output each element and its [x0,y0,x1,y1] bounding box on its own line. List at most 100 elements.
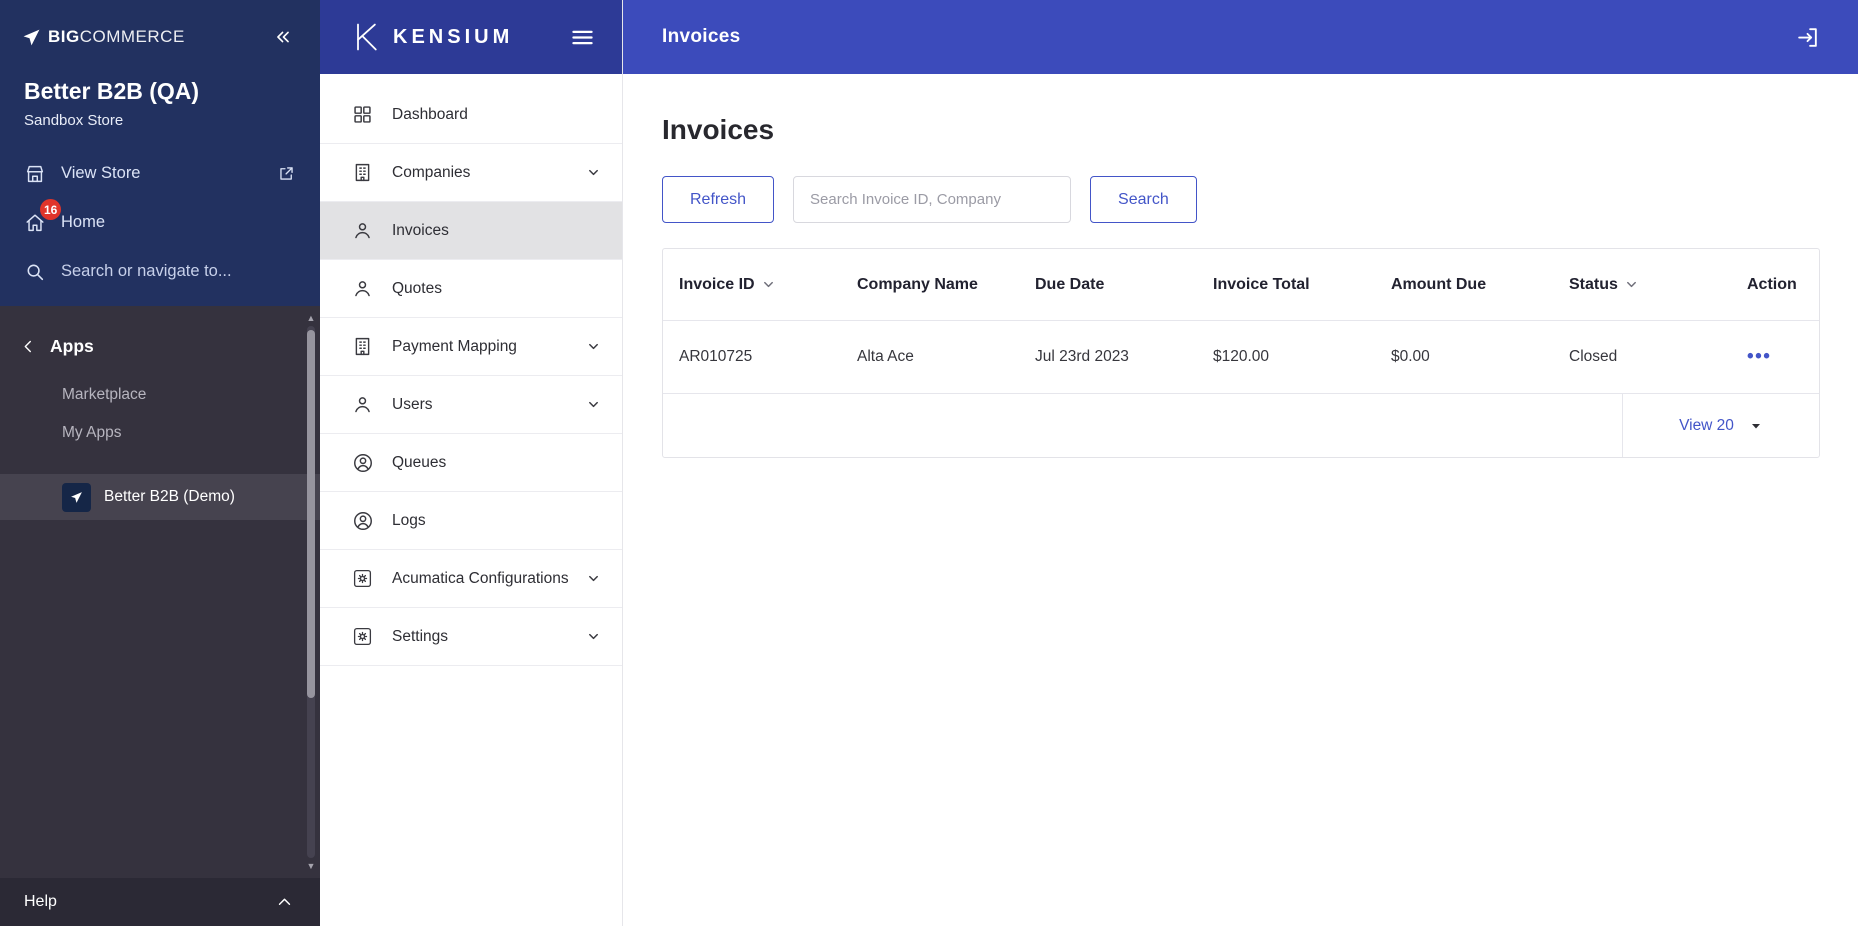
help-bar[interactable]: Help [0,878,320,926]
page-title: Invoices [662,114,775,145]
nav-item-payment-mapping[interactable]: Payment Mapping [320,318,622,376]
chevron-up-icon [278,898,291,905]
apps-link-marketplace[interactable]: Marketplace [0,376,320,414]
kensium-header: KENSIUM [320,0,622,74]
person-icon [352,394,375,415]
nav-item-label: Logs [392,511,426,529]
nav-item-label: Quotes [392,279,442,297]
help-label: Help [24,893,57,910]
table-cell-action: ••• [1731,320,1819,394]
view-store-label: View Store [61,164,141,182]
store-name: Better B2B (QA) [24,78,200,104]
invoices-table: Invoice ID Company Name Due Date Invoice To… [663,249,1819,394]
chevron-down-icon [587,572,600,585]
table-cell: Alta Ace [841,320,1019,394]
table-footer: View 20 [663,394,1819,457]
nav-item-label: Queues [392,453,447,471]
chevron-down-icon [587,398,600,411]
bigcommerce-nav: View Store 16 Home Search or navigate to… [0,149,320,296]
store-info: Better B2B (QA) Sandbox Store [0,74,320,149]
scrollbar-down-arrow-icon[interactable]: ▼ [305,860,317,872]
column-header-invoice-id[interactable]: Invoice ID [663,249,841,321]
kensium-logo: KENSIUM [350,21,513,53]
global-search-label: Search or navigate to... [61,262,232,280]
nav-item-label: Acumatica Configurations [392,569,569,587]
search-input[interactable] [793,176,1072,223]
page-size-selector[interactable]: View 20 [1622,394,1819,457]
nav-item-companies[interactable]: Companies [320,144,622,202]
bigcommerce-sidebar: BIGCOMMERCE Better B2B (QA) Sandbox Stor… [0,0,320,926]
nav-item-quotes[interactable]: Quotes [320,260,622,318]
home-label: Home [61,213,106,231]
apps-link-my-apps[interactable]: My Apps [0,414,320,452]
topbar-title: Invoices [662,26,741,47]
controls-row: Refresh Search [662,176,1820,223]
nav-item-label: Payment Mapping [392,337,517,355]
table-cell: Closed [1553,320,1731,394]
hamburger-menu-button[interactable] [569,24,596,51]
app-tile-icon [62,482,91,512]
gear-icon [352,626,375,647]
nav-item-logs[interactable]: Logs [320,492,622,550]
view-store-item[interactable]: View Store [0,149,320,198]
column-header-label: Due Date [1035,275,1105,293]
content: Invoices Refresh Search Invoice ID Compan… [623,74,1858,458]
chevron-down-icon [1751,423,1760,428]
store-type: Sandbox Store [24,112,124,129]
store-icon [26,165,44,182]
view-count-label: View 20 [1679,416,1734,434]
bigcommerce-logo-row: BIGCOMMERCE [0,0,320,74]
nav-item-queues[interactable]: Queues [320,434,622,492]
double-chevron-left-icon [277,31,289,43]
column-header-due-date: Due Date [1019,249,1197,321]
kensium-nav: Dashboard Companies Invoices Quotes Payment … [320,74,622,666]
table-cell: Jul 23rd 2023 [1019,320,1197,394]
column-header-amount-due: Amount Due [1375,249,1553,321]
column-header-label: Company Name [857,275,978,293]
dashboard-icon [352,104,375,125]
nav-item-users[interactable]: Users [320,376,622,434]
external-link-icon [277,164,296,183]
active-app-label: Better B2B (Demo) [104,488,235,505]
column-header-action: Action [1731,249,1819,321]
apps-back-header[interactable]: Apps [0,322,320,370]
scrollbar-up-arrow-icon[interactable]: ▲ [305,312,317,324]
sidebar-collapse-button[interactable] [272,26,294,48]
apps-links: Marketplace My Apps [0,376,320,452]
notification-badge: 16 [40,199,62,220]
bigcommerce-logo-text: BIGCOMMERCE [48,27,185,46]
kensium-brand-text: KENSIUM [393,25,514,48]
home-item[interactable]: 16 Home [0,198,320,247]
chevron-down-icon [587,630,600,643]
building-icon [352,162,375,183]
person-icon [352,278,375,299]
column-header-status[interactable]: Status [1553,249,1731,321]
chevron-left-icon [24,340,31,352]
column-header-label: Amount Due [1391,275,1487,293]
bigcommerce-logo: BIGCOMMERCE [22,27,185,47]
nav-item-acumatica-configurations[interactable]: Acumatica Configurations [320,550,622,608]
apps-header-label: Apps [50,335,94,356]
row-actions-button[interactable]: ••• [1747,346,1771,367]
main-area: Invoices Invoices Refresh Search Invoice… [623,0,1858,926]
global-search-item[interactable]: Search or navigate to... [0,247,320,296]
kensium-sidebar: KENSIUM Dashboard Companies Invoices Quotes… [320,0,623,926]
search-icon [27,264,44,280]
nav-item-label: Settings [392,627,449,645]
nav-item-invoices[interactable]: Invoices [320,202,622,260]
invoices-table-card: Invoice ID Company Name Due Date Invoice To… [662,248,1820,458]
apps-panel: Apps Marketplace My Apps Better B2B (Demo… [0,306,320,878]
sort-chevron-icon [762,278,775,291]
topbar: Invoices [623,0,1858,74]
column-header-label: Invoice Total [1213,275,1310,293]
logout-button[interactable] [1795,25,1820,50]
active-app-item[interactable]: Better B2B (Demo) [0,474,320,520]
app-root: BIGCOMMERCE Better B2B (QA) Sandbox Stor… [0,0,1858,926]
building-icon [352,336,375,357]
nav-item-settings[interactable]: Settings [320,608,622,666]
scrollbar-thumb[interactable] [307,330,315,698]
nav-item-dashboard[interactable]: Dashboard [320,86,622,144]
kensium-logo-icon [357,23,377,51]
refresh-button[interactable]: Refresh [662,176,775,223]
search-button[interactable]: Search [1090,176,1197,223]
